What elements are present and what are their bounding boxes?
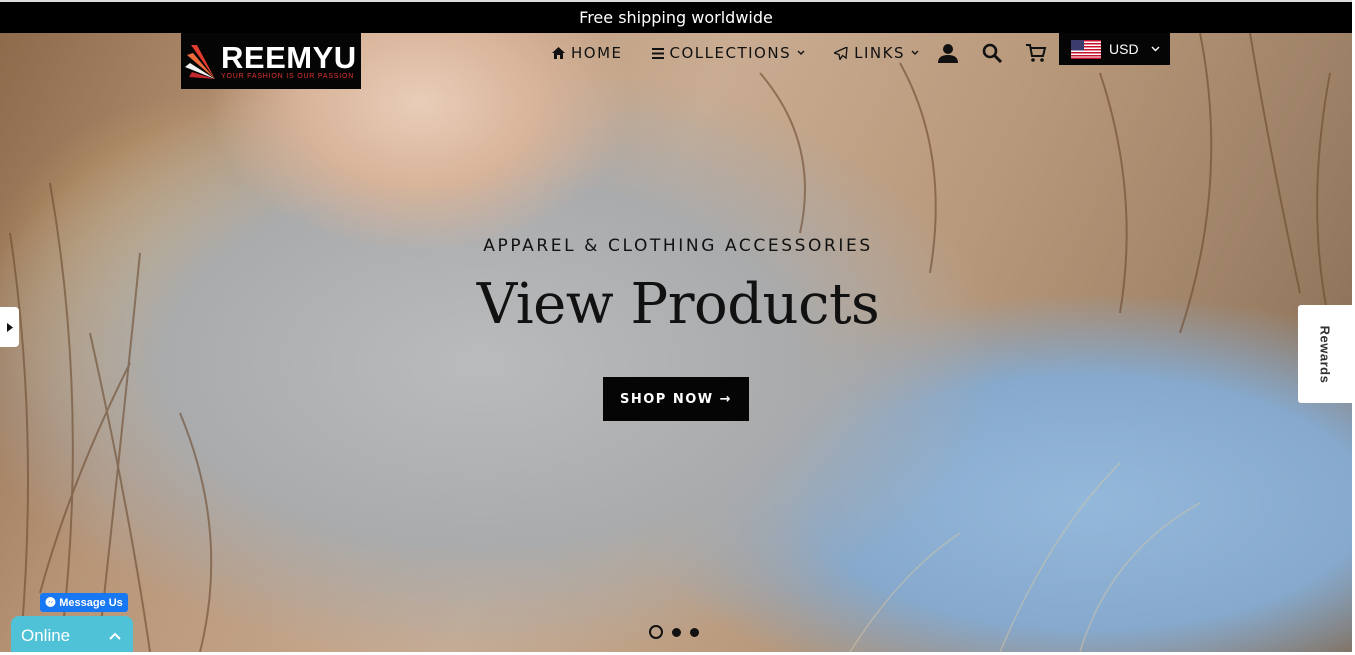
header-icons <box>937 42 1047 64</box>
slider-dot-1[interactable] <box>649 625 663 639</box>
nav-collections-label: COLLECTIONS <box>669 44 792 62</box>
us-flag-icon <box>1071 39 1101 59</box>
search-icon[interactable] <box>981 42 1003 64</box>
messenger-button[interactable]: Message Us <box>40 593 128 612</box>
rewards-label: Rewards <box>1317 325 1333 383</box>
chevron-right-icon <box>6 322 13 332</box>
logo-wing-icon <box>185 45 215 79</box>
announcement-bar: Free shipping worldwide <box>0 0 1352 33</box>
logo-tagline: YOUR FASHION IS OUR PASSION <box>221 73 355 80</box>
nav-home[interactable]: HOME <box>552 44 623 62</box>
menu-icon <box>651 47 664 59</box>
slider-dot-3[interactable] <box>690 627 699 637</box>
hero-banner <box>0 33 1352 652</box>
hero-content: APPAREL & CLOTHING ACCESSORIES View Prod… <box>473 236 883 337</box>
chat-widget[interactable]: Online <box>11 616 133 655</box>
chat-status: Online <box>21 625 71 645</box>
home-icon <box>552 47 565 59</box>
user-icon[interactable] <box>937 42 959 64</box>
announcement-text: Free shipping worldwide <box>579 8 773 27</box>
shop-now-button[interactable]: SHOP NOW → <box>603 377 749 421</box>
nav-links-label: LINKS <box>854 44 905 62</box>
shop-now-label: SHOP NOW → <box>619 391 733 407</box>
chevron-up-icon <box>109 632 121 640</box>
chevron-down-icon <box>1151 46 1160 52</box>
messenger-icon <box>45 597 56 607</box>
nav-links[interactable]: LINKS <box>834 44 919 62</box>
site-logo[interactable]: REEMYU YOUR FASHION IS OUR PASSION <box>181 33 361 89</box>
currency-selector[interactable]: USD <box>1059 33 1170 65</box>
nav-collections[interactable]: COLLECTIONS <box>651 44 806 62</box>
rewards-tab[interactable]: Rewards <box>1298 305 1352 403</box>
cart-icon[interactable] <box>1025 42 1047 64</box>
hero-background-image <box>9 33 1341 652</box>
messenger-label: Message Us <box>59 596 123 609</box>
currency-code: USD <box>1109 41 1139 57</box>
main-nav: HOME COLLECTIONS LINKS <box>552 44 919 62</box>
send-icon <box>834 46 848 60</box>
hero-eyebrow: APPAREL & CLOTHING ACCESSORIES <box>483 236 873 256</box>
slider-dots <box>649 625 699 639</box>
chevron-down-icon <box>911 50 919 55</box>
hero-headline: View Products <box>476 272 880 337</box>
logo-name: REEMYU <box>221 40 357 75</box>
nav-home-label: HOME <box>571 44 623 62</box>
slider-dot-2[interactable] <box>672 627 681 637</box>
side-drawer-toggle[interactable] <box>0 307 19 347</box>
chevron-down-icon <box>797 50 805 55</box>
